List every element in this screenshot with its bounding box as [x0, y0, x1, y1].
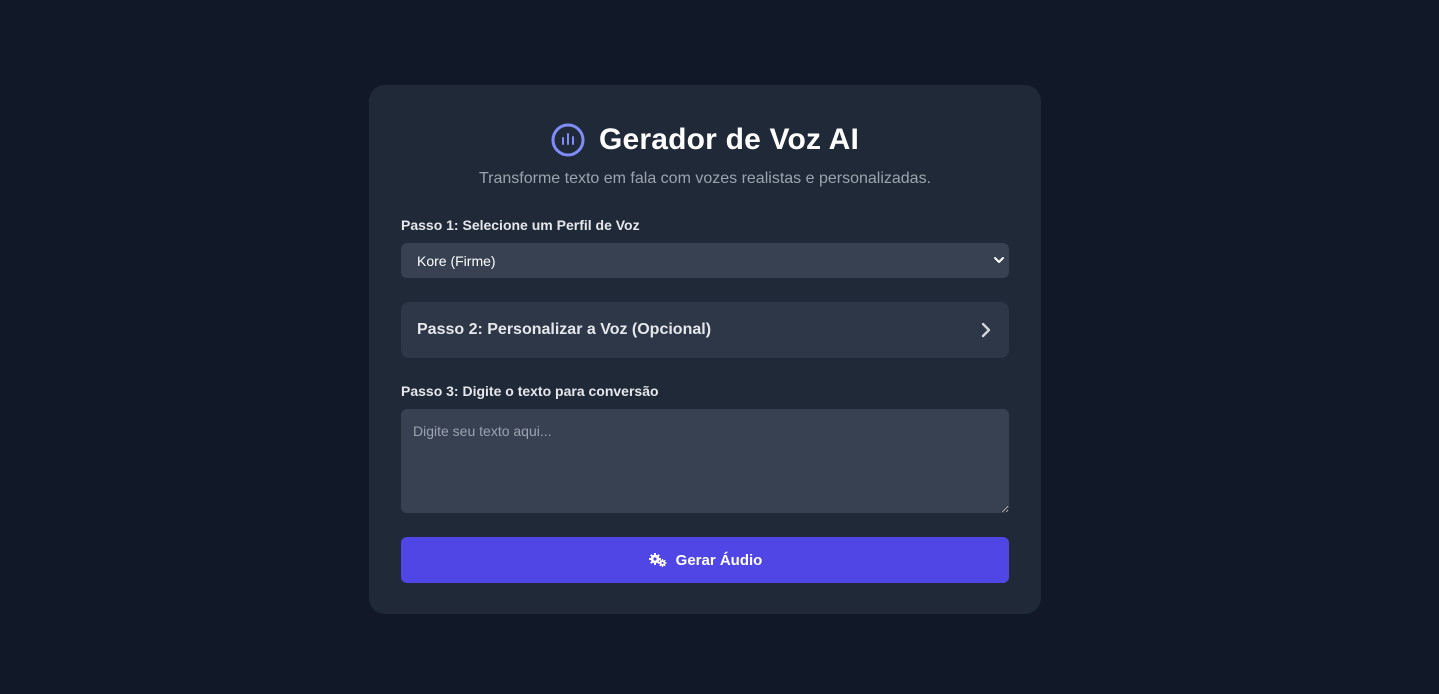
header: Gerador de Voz AI	[401, 120, 1009, 160]
step2-label: Passo 2: Personalizar a Voz (Opcional)	[417, 321, 712, 338]
text-input[interactable]	[401, 409, 1009, 513]
customize-voice-accordion[interactable]: Passo 2: Personalizar a Voz (Opcional)	[401, 302, 1009, 358]
step1-label: Passo 1: Selecione um Perfil de Voz	[401, 217, 640, 233]
step3-label: Passo 3: Digite o texto para conversão	[401, 383, 659, 399]
voice-profile-selected-value: Kore (Firme)	[417, 252, 496, 269]
page-title: Gerador de Voz AI	[598, 123, 860, 156]
voice-generator-card: Gerador de Voz AI Transforme texto em fa…	[369, 85, 1041, 614]
generate-audio-label: Gerar Áudio	[675, 551, 763, 569]
audio-waveform-circle-icon	[551, 123, 585, 157]
gears-icon	[648, 552, 668, 568]
chevron-down-icon	[992, 253, 1006, 267]
chevron-right-icon	[979, 321, 993, 339]
page-subtitle: Transforme texto em fala com vozes reali…	[478, 170, 932, 187]
generate-audio-button[interactable]: Gerar Áudio	[401, 537, 1009, 583]
voice-profile-select[interactable]: Kore (Firme)	[401, 243, 1009, 278]
